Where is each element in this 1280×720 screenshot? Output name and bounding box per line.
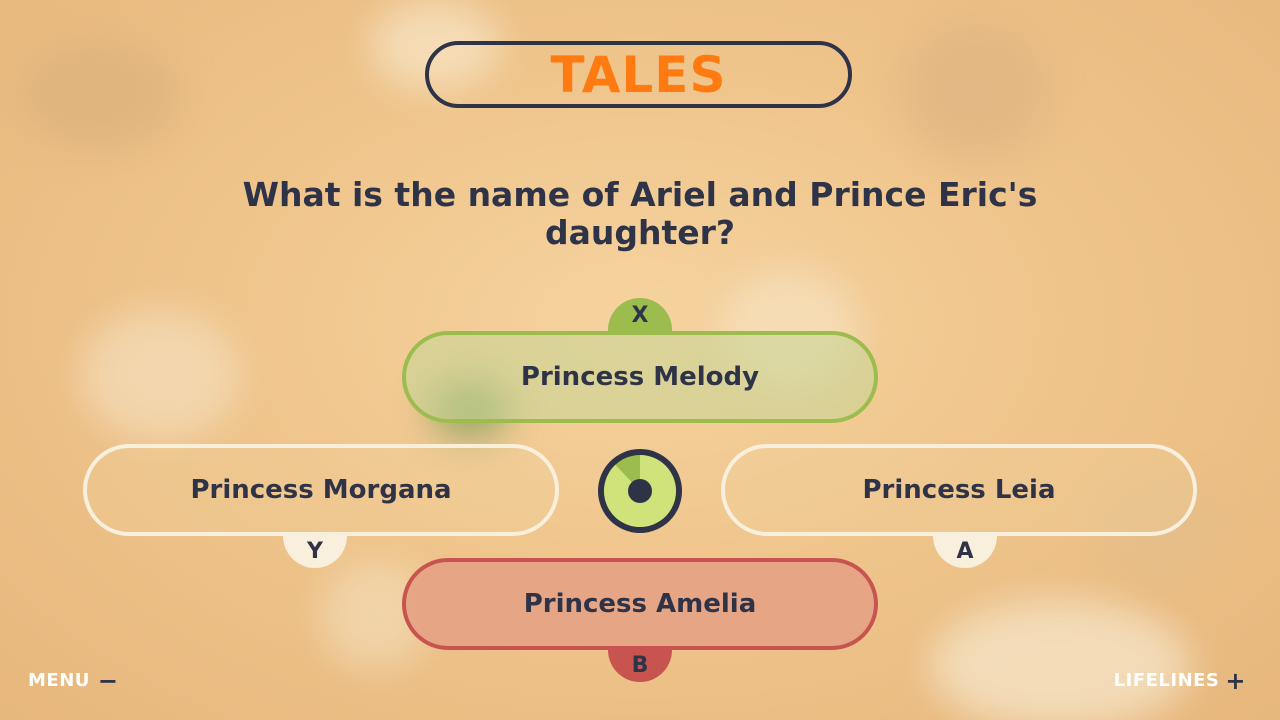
timer-dial-icon [598,449,682,533]
answer-a-label: Princess Leia [862,475,1056,505]
background-blob [930,600,1190,720]
answer-b-label: Princess Amelia [523,589,757,619]
question-text: What is the name of Ariel and Prince Eri… [242,175,1038,252]
menu-label: MENU [28,670,90,691]
answer-y-key-badge: Y [283,534,347,568]
answer-y-key: Y [307,538,323,564]
timer-dial-center [628,479,652,503]
background-blob [900,20,1050,160]
answer-a-key: A [956,538,974,564]
category-title-pill: TALES [425,41,852,108]
answer-b-button[interactable]: Princess Amelia [402,558,878,650]
answer-x-button[interactable]: Princess Melody [402,331,878,423]
minus-icon: − [97,666,119,695]
answer-y-label: Princess Morgana [190,475,452,505]
answer-a-button[interactable]: Princess Leia [721,444,1197,536]
answer-x-label: Princess Melody [520,362,760,392]
answer-y-button[interactable]: Princess Morgana [83,444,559,536]
answer-x-key: X [631,302,649,328]
menu-button[interactable]: MENU − [28,666,119,695]
category-title: TALES [550,45,727,104]
lifelines-label: LIFELINES [1113,670,1220,691]
answer-b-key-badge: B [608,648,672,682]
plus-icon: + [1225,666,1246,695]
lifelines-button[interactable]: LIFELINES + [1113,666,1246,695]
answer-b-key: B [631,652,649,678]
answer-a-key-badge: A [933,534,997,568]
background-blob [80,310,240,440]
background-blob [20,40,180,150]
answer-x-key-badge: X [608,298,672,332]
